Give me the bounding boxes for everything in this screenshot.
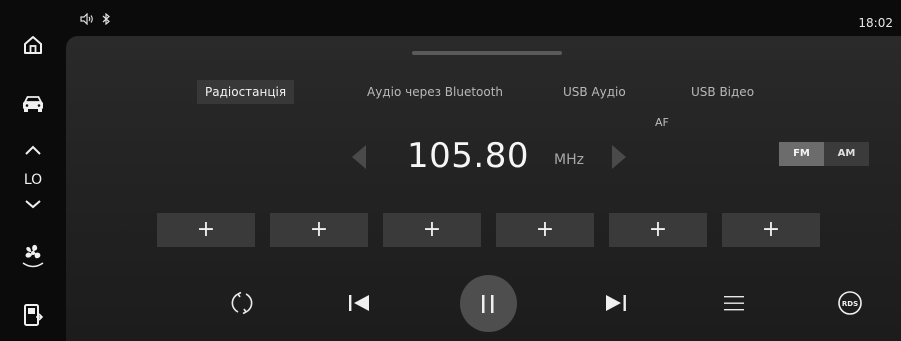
rds-icon: RDS <box>838 291 862 315</box>
chevron-up-icon[interactable] <box>24 144 42 156</box>
frequency-value: 105.80 <box>407 136 529 176</box>
car-button[interactable] <box>0 89 66 119</box>
scan-button[interactable] <box>226 287 258 319</box>
af-indicator: AF <box>655 116 669 129</box>
temperature-label: LO <box>23 172 43 188</box>
tuner-display: 105.80 MHz <box>66 134 901 184</box>
fan-button[interactable] <box>0 238 66 272</box>
volume-icon <box>80 13 93 25</box>
phone-icon <box>24 304 44 326</box>
status-bar: 18:02 <box>66 0 901 36</box>
clock: 18:02 <box>858 16 893 30</box>
pause-icon <box>482 295 494 313</box>
previous-icon <box>349 295 369 311</box>
bluetooth-icon <box>102 13 110 25</box>
home-button[interactable] <box>0 30 66 60</box>
tab-bluetooth-audio[interactable]: Аудіо через Bluetooth <box>367 80 503 104</box>
car-icon <box>23 96 43 112</box>
phone-button[interactable] <box>0 300 66 330</box>
am-button[interactable]: AM <box>824 142 869 166</box>
preset-button-2[interactable]: + <box>270 213 368 247</box>
rds-button[interactable]: RDS <box>834 287 866 319</box>
preset-button-6[interactable]: + <box>722 213 820 247</box>
previous-button[interactable] <box>344 289 374 317</box>
source-tabs: Радіостанція Аудіо через Bluetooth USB А… <box>66 80 901 104</box>
next-button[interactable] <box>601 289 631 317</box>
preset-button-3[interactable]: + <box>383 213 481 247</box>
preset-button-5[interactable]: + <box>609 213 707 247</box>
home-icon <box>24 36 42 54</box>
pause-button[interactable] <box>460 275 517 332</box>
temperature-control: LO <box>0 138 66 220</box>
left-sidebar: LO <box>0 0 66 341</box>
tune-up-icon[interactable] <box>609 144 629 170</box>
band-selector: FM AM <box>779 142 870 166</box>
fm-button[interactable]: FM <box>779 142 824 166</box>
tab-usb-video[interactable]: USB Відео <box>691 80 754 104</box>
preset-button-4[interactable]: + <box>496 213 594 247</box>
station-list-button[interactable] <box>720 289 748 317</box>
list-icon <box>724 296 744 311</box>
next-icon <box>606 295 626 311</box>
chevron-down-icon[interactable] <box>24 198 42 210</box>
fan-icon <box>22 244 44 268</box>
radio-panel: Радіостанція Аудіо через Bluetooth USB А… <box>66 36 901 341</box>
drag-handle[interactable] <box>412 51 562 55</box>
scan-icon <box>231 291 253 315</box>
tune-down-icon[interactable] <box>349 144 369 170</box>
rds-label: RDS <box>842 300 858 308</box>
tab-usb-audio[interactable]: USB Аудіо <box>563 80 626 104</box>
tab-radio-station[interactable]: Радіостанція <box>197 80 295 104</box>
preset-button-1[interactable]: + <box>157 213 255 247</box>
frequency-unit: MHz <box>554 152 584 168</box>
playback-controls: RDS <box>66 275 901 332</box>
